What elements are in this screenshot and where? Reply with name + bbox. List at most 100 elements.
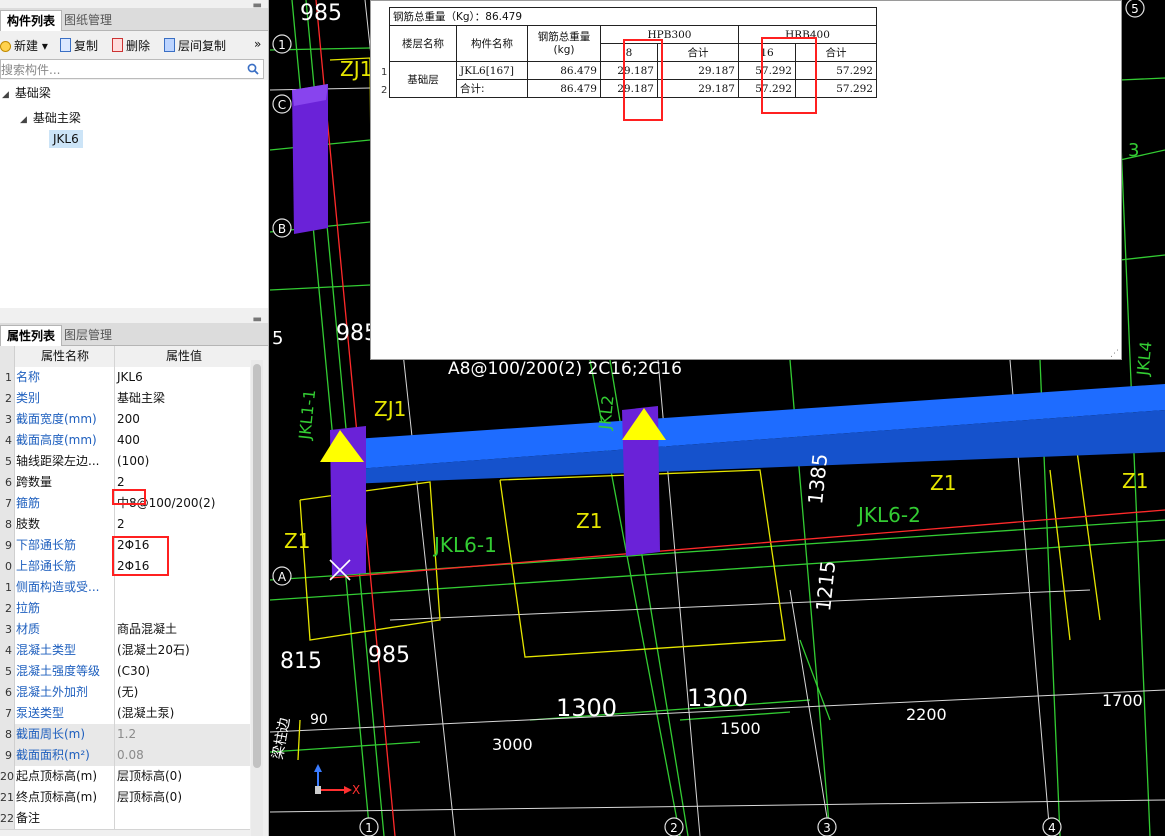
floor-copy-button[interactable]: 层间复制 [164, 37, 226, 54]
copy-icon [60, 38, 71, 52]
property-header-row: 属性名称 属性值 [0, 346, 250, 368]
rebar-annotation: A8@100/200(2) 2C16;2C16 [448, 359, 682, 379]
total-weight-cell: 86.479 [527, 61, 601, 80]
property-name: 类别 [14, 388, 115, 409]
property-value[interactable]: JKL6 [114, 367, 251, 388]
property-value[interactable]: 商品混凝土 [114, 619, 251, 640]
panel-pin-icon[interactable]: ▬ [253, 0, 262, 11]
property-row[interactable]: 8 截面周长(m) 1.2 [0, 724, 250, 746]
dim-label: 985 [368, 643, 410, 668]
hpb-subtotal-cell: 29.187 [657, 79, 739, 98]
property-scrollbar[interactable] [251, 360, 263, 836]
tab-layer-management[interactable]: 图层管理 [58, 325, 118, 345]
property-row[interactable]: 8 肢数 2 [0, 514, 250, 536]
property-name: 截面面积(m²) [14, 745, 115, 766]
scrollbar-thumb[interactable] [253, 364, 261, 768]
property-name: 上部通长筋 [14, 556, 115, 577]
property-value[interactable]: (C30) [114, 661, 251, 682]
tree-node-foundation-beam[interactable]: ◢ 基础梁 [2, 84, 51, 101]
tree-node-foundation-main-beam[interactable]: ◢ 基础主梁 [20, 109, 81, 126]
toolbar-more-button[interactable]: » [254, 37, 261, 51]
property-name: 备注 [14, 808, 115, 829]
total-weight-cell: 86.479 [527, 79, 601, 98]
tree-node-jkl6[interactable]: JKL6 [49, 130, 83, 148]
component-search-input[interactable]: 搜索构件... [0, 59, 264, 79]
property-row[interactable]: 21 终点顶标高(m) 层顶标高(0) [0, 787, 250, 809]
new-button[interactable]: 新建 ▾ [0, 37, 48, 54]
property-row[interactable]: 5 轴线距梁左边... (100) [0, 451, 250, 473]
property-row[interactable]: 22 备注 [0, 808, 250, 830]
property-value[interactable] [114, 598, 251, 619]
property-value[interactable]: (混凝土20石) [114, 640, 251, 661]
column-label: ZJ1 [374, 397, 406, 421]
property-row-number: 22 [0, 808, 15, 829]
beam-label: JKL6-1 [432, 533, 497, 557]
property-value[interactable]: (无) [114, 682, 251, 703]
dim-label: 3000 [492, 735, 533, 754]
floor-name-cell: 基础层 [389, 61, 457, 98]
copy-button[interactable]: 复制 [60, 37, 98, 54]
axis-label: 5 [272, 328, 283, 349]
property-name: 混凝土外加剂 [14, 682, 115, 703]
property-row-number: 4 [0, 640, 15, 661]
collapse-triangle-icon[interactable]: ◢ [2, 90, 9, 100]
header-property-value: 属性值 [165, 349, 202, 363]
property-value[interactable]: 基础主梁 [114, 388, 251, 409]
property-value[interactable]: 层顶标高(0) [114, 787, 251, 808]
property-row[interactable]: 7 泵送类型 (混凝土泵) [0, 703, 250, 725]
rebar-report-window[interactable]: 1 2 钢筋总重量（Kg）：86.479 楼层名称 构件名称 钢筋总重量 (kg… [370, 0, 1122, 360]
resize-grip-icon[interactable]: ⋰ [1110, 349, 1119, 359]
property-row[interactable]: 20 起点顶标高(m) 层顶标高(0) [0, 766, 250, 788]
axis-label: B [278, 222, 286, 236]
property-value[interactable]: (100) [114, 451, 251, 472]
search-icon[interactable] [247, 63, 259, 75]
delete-button[interactable]: 删除 [112, 37, 150, 54]
total-weight-title: 钢筋总重量（Kg）：86.479 [389, 7, 877, 26]
property-row[interactable]: 3 截面宽度(mm) 200 [0, 409, 250, 431]
property-row[interactable]: 1 侧面构造或受... [0, 577, 250, 599]
property-row[interactable]: 5 混凝土强度等级 (C30) [0, 661, 250, 683]
dim-label: 90 [310, 712, 328, 728]
property-value[interactable]: 2 [114, 514, 251, 535]
highlight-box-stirrup [112, 489, 146, 505]
property-row-number: 8 [0, 514, 15, 535]
property-row[interactable]: 6 混凝土外加剂 (无) [0, 682, 250, 704]
collapse-triangle-icon[interactable]: ◢ [20, 115, 27, 125]
property-row[interactable]: 9 截面面积(m²) 0.08 [0, 745, 250, 767]
tree-label: 基础梁 [14, 86, 51, 100]
property-row[interactable]: 1 名称 JKL6 [0, 367, 250, 389]
property-value[interactable]: 200 [114, 409, 251, 430]
property-row[interactable]: 2 类别 基础主梁 [0, 388, 250, 410]
property-name: 截面宽度(mm) [14, 409, 115, 430]
property-row[interactable]: 4 混凝土类型 (混凝土20石) [0, 640, 250, 662]
tab-drawing-management[interactable]: 图纸管理 [58, 10, 118, 30]
property-row-number: 8 [0, 724, 15, 745]
axis-label: 5 [1131, 2, 1139, 16]
property-value[interactable]: 层顶标高(0) [114, 766, 251, 787]
tab-property-list[interactable]: 属性列表 [0, 325, 63, 346]
property-value[interactable]: 400 [114, 430, 251, 451]
property-name: 终点顶标高(m) [14, 787, 115, 808]
property-value[interactable] [114, 808, 251, 829]
property-row[interactable]: 3 材质 商品混凝土 [0, 619, 250, 641]
property-name: 肢数 [14, 514, 115, 535]
property-row-number: 7 [0, 703, 15, 724]
property-row-number: 6 [0, 682, 15, 703]
axis-label: 3 [823, 821, 831, 835]
component-tree: ◢ 基础梁 ◢ 基础主梁 JKL6 [0, 80, 268, 308]
property-row-number: 3 [0, 409, 15, 430]
property-row[interactable]: 4 截面高度(mm) 400 [0, 430, 250, 452]
property-name: 混凝土强度等级 [14, 661, 115, 682]
property-row-number: 4 [0, 430, 15, 451]
component-cell: JKL6[167] [456, 61, 528, 80]
property-value[interactable] [114, 577, 251, 598]
property-name: 截面周长(m) [14, 724, 115, 745]
tab-component-list[interactable]: 构件列表 [0, 10, 63, 31]
property-row[interactable]: 2 拉筋 [0, 598, 250, 620]
property-row-number: 20 [0, 766, 15, 787]
property-row-number: 9 [0, 535, 15, 556]
panel-pin-icon[interactable]: ▬ [253, 314, 262, 325]
property-name: 混凝土类型 [14, 640, 115, 661]
property-row-number: 1 [0, 577, 15, 598]
property-value[interactable]: (混凝土泵) [114, 703, 251, 724]
